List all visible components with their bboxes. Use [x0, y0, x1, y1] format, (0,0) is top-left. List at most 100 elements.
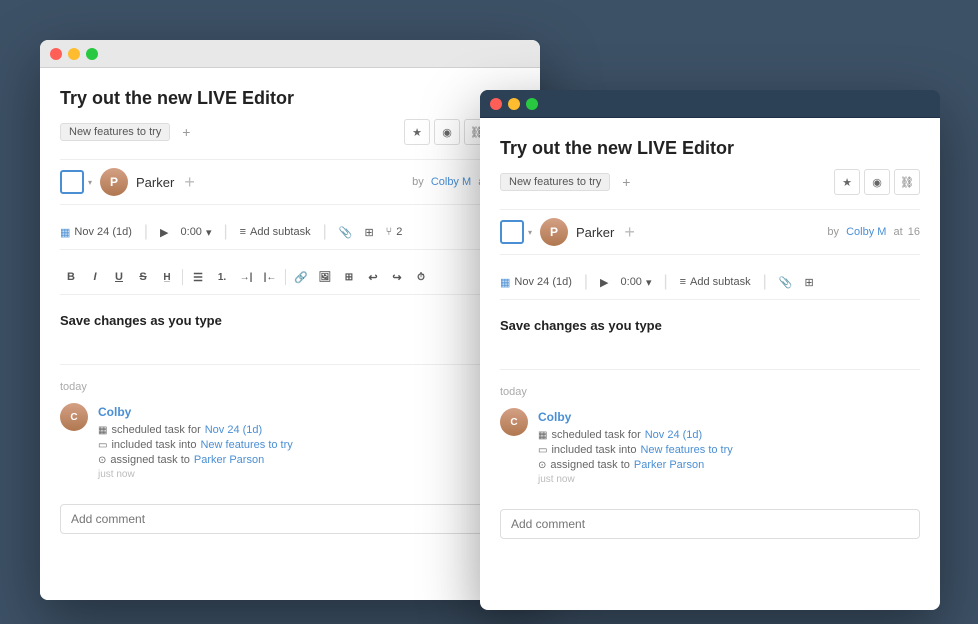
- ol-btn-1[interactable]: 1.: [211, 266, 233, 288]
- table-btn-1[interactable]: ⊞: [338, 266, 360, 288]
- timer-item-2[interactable]: 0:00 ▾: [621, 276, 652, 289]
- activity-date-1: today: [60, 381, 520, 393]
- meta-sep-6: |: [763, 273, 767, 291]
- undo-btn-1[interactable]: ↩: [362, 266, 384, 288]
- share-item-1[interactable]: ⑂ 2: [386, 226, 403, 238]
- act-link-6[interactable]: Parker Parson: [634, 459, 704, 471]
- comment-input-2[interactable]: [500, 509, 920, 539]
- share-icon-1: ⑂: [386, 226, 393, 238]
- by-label-1: by: [412, 176, 424, 188]
- activity-line-5: ▭ included task into New features to try: [538, 444, 920, 456]
- subtask-box-1[interactable]: ⊞: [364, 226, 373, 239]
- activity-date-2: today: [500, 386, 920, 398]
- activity-line-3: ⊙ assigned task to Parker Parson: [98, 454, 520, 466]
- date-item-1[interactable]: ▦ Nov 24 (1d): [60, 226, 132, 239]
- outdent-btn-1[interactable]: |←: [259, 266, 281, 288]
- by-label-2: by: [827, 226, 839, 238]
- play-item-1[interactable]: ▶: [160, 226, 168, 239]
- minimize-button-2[interactable]: [508, 98, 520, 110]
- attach-icon-2: 📎: [779, 276, 793, 289]
- highlight-btn-1[interactable]: H̲: [156, 266, 178, 288]
- activity-avatar-1: C: [60, 403, 88, 431]
- activity-section-2: today C Colby ▦ scheduled task for Nov 2…: [500, 386, 920, 485]
- rss-button-1[interactable]: ◉: [434, 119, 460, 145]
- timer-item-1[interactable]: 0:00 ▾: [181, 226, 212, 239]
- subtask-box-2[interactable]: ⊞: [804, 276, 813, 289]
- add-assignee-btn-2[interactable]: +: [624, 222, 635, 243]
- minimize-button[interactable]: [68, 48, 80, 60]
- act-icon-4: ▦: [538, 430, 547, 441]
- assignee-name-2: Parker: [576, 225, 614, 240]
- star-button-1[interactable]: ★: [404, 119, 430, 145]
- task-toolbar-2: New features to try + ★ ◉ ⛓: [500, 169, 920, 195]
- maximize-button[interactable]: [86, 48, 98, 60]
- act-link-4[interactable]: Nov 24 (1d): [645, 429, 702, 441]
- add-tag-button-2[interactable]: +: [616, 172, 636, 192]
- act-link-5[interactable]: New features to try: [640, 444, 732, 456]
- tag-pill-2[interactable]: New features to try: [500, 173, 610, 191]
- activity-content-2: Colby ▦ scheduled task for Nov 24 (1d) ▭…: [538, 408, 920, 485]
- subtask-item-2[interactable]: ≡ Add subtask: [680, 276, 751, 288]
- italic-btn-1[interactable]: I: [84, 266, 106, 288]
- act-text-6: assigned task to: [550, 459, 630, 471]
- close-button[interactable]: [50, 48, 62, 60]
- hyperlink-btn-1[interactable]: 🔗: [290, 266, 312, 288]
- act-link-1[interactable]: Nov 24 (1d): [205, 424, 262, 436]
- maximize-button-2[interactable]: [526, 98, 538, 110]
- star-button-2[interactable]: ★: [834, 169, 860, 195]
- task-checkbox-2[interactable]: [500, 220, 524, 244]
- rte-div-2: [285, 269, 286, 285]
- timer-dropdown-1[interactable]: ▾: [206, 226, 212, 239]
- timer-label-1: 0:00: [181, 226, 202, 238]
- checkbox-dropdown-1[interactable]: ▾: [88, 178, 92, 187]
- rss-button-2[interactable]: ◉: [864, 169, 890, 195]
- act-icon-5: ▭: [538, 445, 547, 456]
- redo-btn-1[interactable]: ↪: [386, 266, 408, 288]
- attach-item-1[interactable]: 📎: [339, 226, 353, 239]
- task-checkbox-1[interactable]: [60, 170, 84, 194]
- attach-item-2[interactable]: 📎: [779, 276, 793, 289]
- add-assignee-btn-1[interactable]: +: [184, 172, 195, 193]
- act-icon-2: ▭: [98, 440, 107, 451]
- editor-area-2[interactable]: Save changes as you type: [500, 310, 920, 370]
- act-text-3: assigned task to: [110, 454, 190, 466]
- activity-line-6: ⊙ assigned task to Parker Parson: [538, 459, 920, 471]
- meta-sep-1: |: [144, 223, 148, 241]
- traffic-lights-1: [50, 48, 98, 60]
- act-link-2[interactable]: New features to try: [200, 439, 292, 451]
- date-item-2[interactable]: ▦ Nov 24 (1d): [500, 276, 572, 289]
- link-button-2[interactable]: ⛓: [894, 169, 920, 195]
- act-link-3[interactable]: Parker Parson: [194, 454, 264, 466]
- play-item-2[interactable]: ▶: [600, 276, 608, 289]
- bold-btn-1[interactable]: B: [60, 266, 82, 288]
- editor-area-1[interactable]: Save changes as you type: [60, 305, 520, 365]
- task-detail-1: Try out the new LIVE Editor New features…: [40, 68, 540, 600]
- image-btn-1[interactable]: 🖼: [314, 266, 336, 288]
- activity-line-2: ▭ included task into New features to try: [98, 439, 520, 451]
- underline-btn-1[interactable]: U: [108, 266, 130, 288]
- strike-btn-1[interactable]: S: [132, 266, 154, 288]
- act-icon-3: ⊙: [98, 455, 106, 466]
- timer-dropdown-2[interactable]: ▾: [646, 276, 652, 289]
- activity-user-1[interactable]: Colby: [98, 405, 131, 419]
- close-button-2[interactable]: [490, 98, 502, 110]
- tag-pill-1[interactable]: New features to try: [60, 123, 170, 141]
- meta-row-2: ▦ Nov 24 (1d) | ▶ 0:00 ▾ | ≡ Add subtask: [500, 265, 920, 300]
- play-icon-2: ▶: [600, 276, 608, 289]
- by-user-2[interactable]: Colby M: [846, 226, 886, 238]
- share-count-1: 2: [396, 226, 402, 238]
- rte-div-1: [182, 269, 183, 285]
- activity-user-2[interactable]: Colby: [538, 410, 571, 424]
- indent-btn-1[interactable]: →|: [235, 266, 257, 288]
- activity-section-1: today C Colby ▦ scheduled task for Nov 2…: [60, 381, 520, 480]
- checkbox-dropdown-2[interactable]: ▾: [528, 228, 532, 237]
- task-detail-2: Try out the new LIVE Editor New features…: [480, 118, 940, 610]
- clock-btn-1[interactable]: ⏱: [410, 266, 432, 288]
- comment-input-1[interactable]: [60, 504, 486, 534]
- rte-toolbar-1: B I U S H̲ ☰ 1. →| |← 🔗 🖼 ⊞ ↩ ↪ ⏱: [60, 260, 520, 295]
- subtask-item-1[interactable]: ≡ Add subtask: [240, 226, 311, 238]
- by-user-1[interactable]: Colby M: [431, 176, 471, 188]
- ul-btn-1[interactable]: ☰: [187, 266, 209, 288]
- traffic-lights-2: [490, 98, 538, 110]
- add-tag-button-1[interactable]: +: [176, 122, 196, 142]
